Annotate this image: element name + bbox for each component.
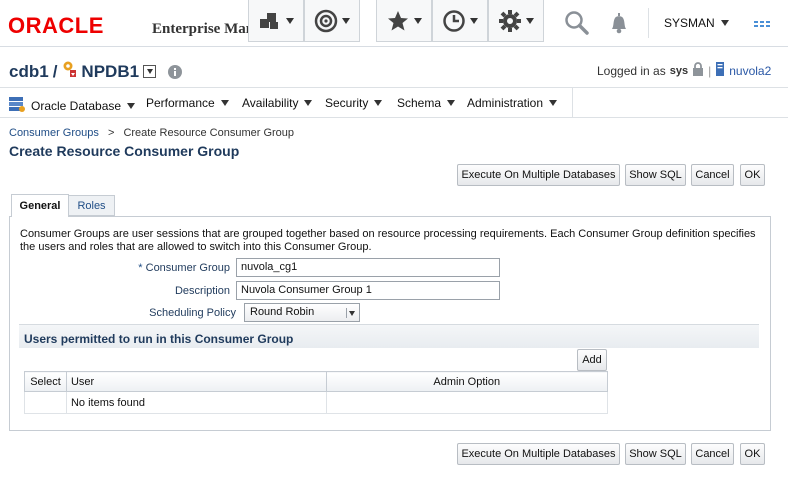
favorites-icon xyxy=(386,9,410,33)
chevron-down-icon xyxy=(470,17,478,24)
column-header-user[interactable]: User xyxy=(65,371,327,392)
description-label: Description xyxy=(174,285,230,297)
oracle-logo: ORACLE xyxy=(8,13,104,38)
execute-multiple-databases-button-bottom[interactable]: Execute On Multiple Databases xyxy=(457,443,620,465)
ok-button[interactable]: OK xyxy=(740,164,765,186)
header-divider xyxy=(648,8,649,38)
show-sql-button-bottom[interactable]: Show SQL xyxy=(625,443,686,465)
table-header-row: Select User Admin Option xyxy=(24,371,608,392)
history-menu-button[interactable] xyxy=(432,0,488,42)
breadcrumb-separator: > xyxy=(107,127,115,139)
product-name: Enterprise Manager Cloud Control xyxy=(152,21,262,37)
target-title: cdb1 / NPDB1 xyxy=(9,60,183,83)
breadcrumb-consumer-groups[interactable]: Consumer Groups xyxy=(9,127,99,139)
target-navigation-button[interactable] xyxy=(304,0,360,42)
divider-pipe: | xyxy=(708,63,712,78)
server-icon xyxy=(715,62,725,79)
menu-oracle-database[interactable]: Oracle Database xyxy=(9,96,136,115)
breadcrumb: Consumer Groups > Create Resource Consum… xyxy=(9,127,294,139)
more-icon[interactable] xyxy=(754,18,774,32)
description-input[interactable]: Nuvola Consumer Group 1 xyxy=(236,281,500,300)
chevron-down-icon xyxy=(526,17,534,24)
breadcrumb-current: Create Resource Consumer Group xyxy=(123,127,295,139)
menu-label: Administration xyxy=(467,96,544,110)
cancel-button[interactable]: Cancel xyxy=(691,164,734,186)
select-cell xyxy=(24,391,67,414)
targets-menu-button[interactable] xyxy=(248,0,304,42)
menu-label: Schema xyxy=(397,96,442,110)
history-icon xyxy=(442,9,466,33)
menu-divider xyxy=(572,88,573,118)
users-table: Select User Admin Option No items found xyxy=(24,371,608,414)
menu-availability[interactable]: Availability xyxy=(242,96,313,110)
menu-performance[interactable]: Performance xyxy=(146,96,229,110)
chevron-down-icon xyxy=(720,20,729,26)
info-icon[interactable] xyxy=(168,64,183,79)
menu-security[interactable]: Security xyxy=(325,96,383,110)
table-row: No items found xyxy=(24,391,608,414)
empty-message: No items found xyxy=(65,391,327,414)
menu-administration[interactable]: Administration xyxy=(467,96,558,110)
menu-schema[interactable]: Schema xyxy=(397,96,456,110)
pdb-name: NPDB1 xyxy=(81,61,140,81)
logged-in-user: sys xyxy=(669,64,689,77)
consumer-group-label: * Consumer Group xyxy=(136,262,230,274)
users-section-title: Users permitted to run in this Consumer … xyxy=(24,332,294,346)
cancel-button-bottom[interactable]: Cancel xyxy=(691,443,734,465)
database-icon xyxy=(9,96,25,115)
chevron-down-icon xyxy=(414,17,422,24)
chevron-down-icon xyxy=(146,69,153,74)
required-marker: * xyxy=(138,262,143,274)
column-header-admin-option: Admin Option xyxy=(325,371,608,392)
setup-menu-button[interactable] xyxy=(488,0,544,42)
host-link[interactable]: nuvola2 xyxy=(729,64,771,78)
notifications-icon[interactable] xyxy=(607,11,631,38)
cdb-link[interactable]: cdb1 xyxy=(9,62,49,82)
menu-label: Availability xyxy=(242,96,299,110)
scheduling-policy-value: Round Robin xyxy=(250,306,315,318)
user-name: SYSMAN xyxy=(664,16,715,30)
admin-option-cell xyxy=(325,391,608,414)
menu-label: Security xyxy=(325,96,369,110)
page-title: Create Resource Consumer Group xyxy=(9,143,240,159)
chevron-down-icon xyxy=(342,17,350,24)
setup-icon xyxy=(498,9,522,33)
chevron-down-icon xyxy=(549,100,558,106)
consumer-group-description-text: Consumer Groups are user sessions that a… xyxy=(20,228,756,253)
execute-multiple-databases-button[interactable]: Execute On Multiple Databases xyxy=(457,164,620,186)
scheduling-policy-select[interactable]: Round Robin xyxy=(244,303,360,322)
pluggable-db-icon xyxy=(61,60,77,83)
favorites-menu-button[interactable] xyxy=(376,0,432,42)
menu-label: Oracle Database xyxy=(31,98,122,113)
chevron-down-icon xyxy=(346,308,356,318)
logged-in-label: Logged in as xyxy=(597,63,666,78)
lock-icon xyxy=(692,62,704,79)
chevron-down-icon xyxy=(286,17,294,24)
chevron-down-icon xyxy=(304,100,313,106)
tab-general[interactable]: General xyxy=(11,194,69,217)
chevron-down-icon xyxy=(220,100,229,106)
chevron-down-icon xyxy=(127,102,136,109)
search-icon[interactable] xyxy=(564,10,590,39)
ok-button-bottom[interactable]: OK xyxy=(740,443,765,465)
targets-icon xyxy=(258,10,282,32)
target-menu-bar: Oracle Database Performance Availability… xyxy=(0,87,788,118)
user-menu[interactable]: SYSMAN xyxy=(664,16,729,30)
global-header: ORACLE Enterprise Manager Cloud Control xyxy=(0,0,788,47)
scheduling-policy-label: Scheduling Policy xyxy=(149,307,236,319)
show-sql-button[interactable]: Show SQL xyxy=(625,164,686,186)
target-menu-dropdown[interactable] xyxy=(143,65,157,78)
consumer-group-input[interactable]: nuvola_cg1 xyxy=(236,258,500,277)
consumer-group-label-text: Consumer Group xyxy=(145,262,230,274)
menu-label: Performance xyxy=(146,96,215,110)
target-separator: / xyxy=(52,61,58,81)
chevron-down-icon xyxy=(447,100,456,106)
add-user-button[interactable]: Add xyxy=(577,349,607,371)
login-info: Logged in as sys | nuvola2 xyxy=(597,62,771,79)
chevron-down-icon xyxy=(374,100,383,106)
target-icon xyxy=(314,9,338,33)
tab-roles[interactable]: Roles xyxy=(69,195,115,216)
column-header-select: Select xyxy=(24,371,67,392)
